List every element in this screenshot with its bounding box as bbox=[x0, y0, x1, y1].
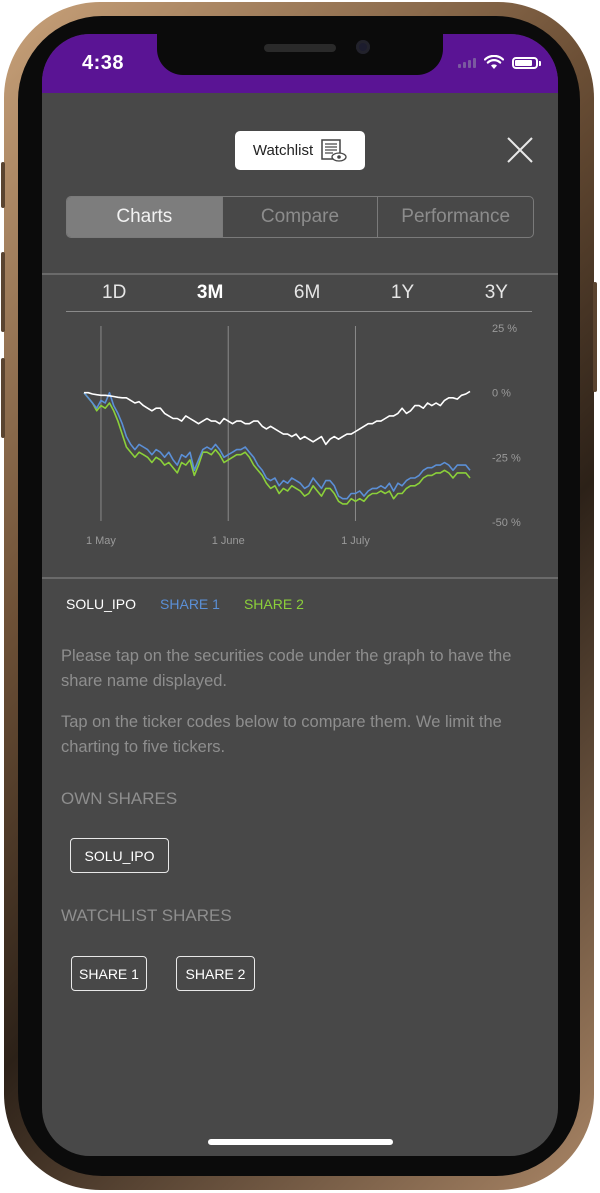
view-tabs: Charts Compare Performance bbox=[66, 196, 534, 238]
range-1d[interactable]: 1D bbox=[102, 282, 126, 311]
y-tick-label: -25 % bbox=[492, 452, 521, 464]
watchlist-shares-heading: WATCHLIST SHARES bbox=[61, 906, 232, 925]
range-3m[interactable]: 3M bbox=[197, 282, 223, 311]
notch bbox=[157, 34, 443, 75]
watchlist-button[interactable]: Watchlist bbox=[235, 131, 365, 170]
x-tick-label: 1 July bbox=[341, 535, 370, 547]
price-chart: 1 May 1 June 1 July 25 % 0 % -25 % -50 % bbox=[83, 323, 521, 547]
info-text-2: Tap on the ticker codes below to compare… bbox=[61, 713, 502, 756]
info-text-1: Please tap on the securities code under … bbox=[61, 647, 512, 690]
status-time: 4:38 bbox=[82, 52, 125, 74]
wifi-icon bbox=[484, 55, 504, 69]
volume-down-button bbox=[1, 358, 5, 438]
signal-icon bbox=[458, 57, 476, 68]
volume-up-button bbox=[1, 252, 5, 332]
chart-legend: SOLU_IPO SHARE 1 SHARE 2 bbox=[66, 596, 304, 612]
app-screen: 4:38 Watchlist Charts Compare Performanc… bbox=[42, 34, 558, 1156]
range-1y[interactable]: 1Y bbox=[391, 282, 414, 311]
legend-share-1[interactable]: SHARE 1 bbox=[160, 596, 220, 612]
front-camera bbox=[356, 40, 370, 54]
range-selector: 1D 3M 6M 1Y 3Y bbox=[66, 282, 532, 312]
home-indicator[interactable] bbox=[208, 1139, 393, 1145]
close-icon[interactable] bbox=[506, 136, 534, 164]
x-tick-label: 1 May bbox=[86, 535, 116, 547]
watchlist-eye-icon bbox=[321, 138, 347, 162]
status-icons bbox=[458, 55, 541, 70]
series-line-solu-ipo bbox=[84, 390, 471, 446]
tab-compare[interactable]: Compare bbox=[221, 197, 378, 237]
tab-charts[interactable]: Charts bbox=[67, 197, 222, 237]
chip-share-2[interactable]: SHARE 2 bbox=[176, 956, 255, 991]
legend-share-2[interactable]: SHARE 2 bbox=[244, 596, 304, 612]
divider-bottom bbox=[42, 577, 558, 579]
tab-performance[interactable]: Performance bbox=[377, 197, 533, 237]
range-6m[interactable]: 6M bbox=[294, 282, 320, 311]
y-tick-label: -50 % bbox=[492, 517, 521, 529]
divider-top bbox=[42, 273, 558, 275]
own-shares-heading: OWN SHARES bbox=[61, 789, 178, 808]
chip-solu-ipo[interactable]: SOLU_IPO bbox=[70, 838, 169, 873]
y-tick-label: 25 % bbox=[492, 323, 517, 335]
battery-icon bbox=[512, 56, 541, 69]
range-3y[interactable]: 3Y bbox=[485, 282, 508, 311]
legend-solu-ipo[interactable]: SOLU_IPO bbox=[66, 596, 136, 612]
mute-switch bbox=[1, 162, 5, 208]
x-tick-label: 1 June bbox=[212, 535, 245, 547]
y-tick-label: 0 % bbox=[492, 388, 511, 400]
power-button bbox=[593, 282, 597, 392]
watchlist-button-label: Watchlist bbox=[252, 142, 314, 159]
speaker-grille bbox=[264, 44, 336, 52]
chip-share-1[interactable]: SHARE 1 bbox=[71, 956, 147, 991]
